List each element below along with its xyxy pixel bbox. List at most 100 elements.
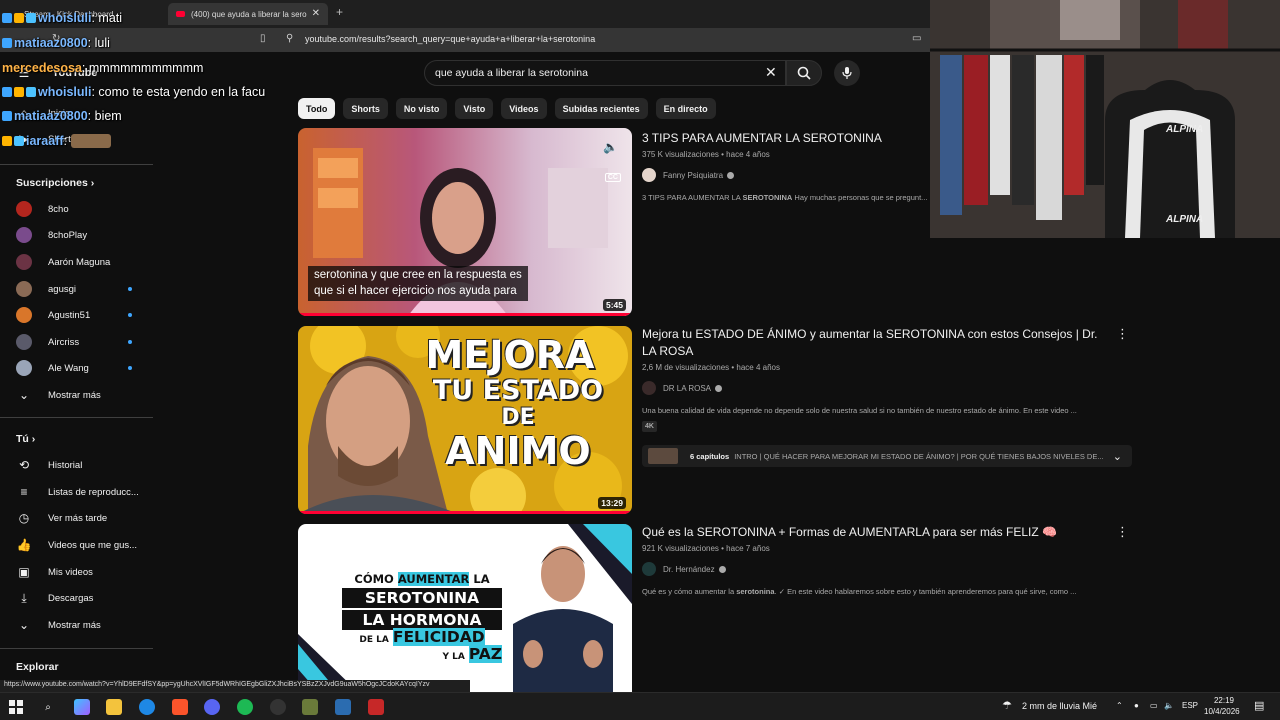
chip-visto[interactable]: Visto xyxy=(455,98,494,119)
volume-icon[interactable]: 🔈 xyxy=(1164,701,1174,710)
mute-icon[interactable]: 🔈 xyxy=(603,140,618,154)
weather-text[interactable]: 2 mm de lluvia Mié xyxy=(1022,701,1097,711)
emote-icon xyxy=(71,134,112,148)
tab-youtube-search[interactable]: (400) que ayuda a liberar la sero ✕ xyxy=(168,3,328,25)
chevron-down-icon[interactable]: ⌄ xyxy=(1113,450,1122,463)
channel-name: Fanny Psiquiatra xyxy=(663,170,724,180)
sidebar-item-downloads[interactable]: ⤓ Descargas xyxy=(0,585,155,611)
channel-link[interactable]: DR LA ROSA xyxy=(642,381,1132,395)
address-bar[interactable]: ↻ ▯ ⚲ youtube.com/results?search_query=q… xyxy=(0,28,930,52)
chat-message: whoisluli: como te esta yendo en la facu xyxy=(2,85,265,99)
sidebar-item-sub[interactable]: Aarón Maguna xyxy=(0,249,155,275)
sidebar-item-sub[interactable]: Agustin51 xyxy=(0,302,155,328)
chevron-up-icon[interactable]: ⌃ xyxy=(1116,701,1123,710)
sidebar-item-my-videos[interactable]: ▣ Mis videos xyxy=(0,559,155,585)
sidebar-item-sub[interactable]: 8choPlay xyxy=(0,222,155,248)
voice-search-button[interactable] xyxy=(834,60,860,86)
cast-icon[interactable]: ▭ xyxy=(912,33,921,44)
clock[interactable]: 22:19 10/4/2026 xyxy=(1204,696,1240,716)
chapters-bar[interactable]: 6 capítulos INTRO | QUÉ HACER PARA MEJOR… xyxy=(642,445,1132,467)
more-options-icon[interactable]: ⋮ xyxy=(1116,326,1129,342)
badge-icon xyxy=(2,111,12,121)
weather-icon[interactable]: ☂ xyxy=(1002,699,1012,712)
playlists-icon: ≡ xyxy=(20,485,28,499)
chip-videos[interactable]: Videos xyxy=(501,98,547,119)
video-description: Qué es y cómo aumentar la serotonina. ✓ … xyxy=(642,587,1077,596)
badge-icon xyxy=(14,136,24,146)
spotify-icon[interactable] xyxy=(237,699,253,715)
chair-brand-logo: ALPINA xyxy=(1166,214,1204,225)
sidebar-item-watch-later[interactable]: ◷ Ver más tarde xyxy=(0,505,155,531)
search-icon[interactable]: ⌕ xyxy=(40,699,56,715)
clock-date: 10/4/2026 xyxy=(1204,707,1240,716)
language-indicator[interactable]: ESP xyxy=(1182,701,1198,710)
sidebar-item-sub[interactable]: agusgi xyxy=(0,276,155,302)
search-button[interactable] xyxy=(786,60,822,86)
bookmark-icon[interactable]: ▯ xyxy=(260,33,266,44)
brave-icon[interactable] xyxy=(172,699,188,715)
badge-icon xyxy=(26,87,36,97)
clear-search-icon[interactable]: ✕ xyxy=(765,64,777,81)
video-thumbnail[interactable]: CÓMO AUMENTAR LA SEROTONINA LA HORMONA D… xyxy=(298,524,632,692)
show-more-subs[interactable]: ⌄ Mostrar más xyxy=(0,382,155,408)
app-icon[interactable] xyxy=(368,699,384,715)
sidebar-item-label: Videos que me gus... xyxy=(48,539,138,551)
windows-start-icon[interactable] xyxy=(8,699,24,715)
app-icon[interactable] xyxy=(302,699,318,715)
close-tab-icon[interactable]: ✕ xyxy=(312,8,320,19)
chip-shorts[interactable]: Shorts xyxy=(343,98,388,119)
chip-todo[interactable]: Todo xyxy=(298,98,336,119)
video-thumbnail[interactable]: MEJORA TU ESTADO DE ANIMO 13:29 xyxy=(298,326,632,514)
webcam-feed xyxy=(930,0,1280,238)
more-options-icon[interactable]: ⋮ xyxy=(1116,524,1129,540)
file-explorer-icon[interactable] xyxy=(106,699,122,715)
sidebar-item-label: Ale Wang xyxy=(48,362,89,374)
filter-chips: Todo Shorts No visto Visto Videos Subida… xyxy=(298,98,716,120)
channel-link[interactable]: Dr. Hernández xyxy=(642,562,1132,576)
notifications-icon[interactable]: ▤ xyxy=(1254,699,1264,712)
cc-icon[interactable]: CC xyxy=(604,173,621,182)
new-tab-icon[interactable]: + xyxy=(336,5,343,19)
channel-name: DR LA ROSA xyxy=(663,383,712,393)
sidebar-item-sub[interactable]: 8cho xyxy=(0,196,155,222)
watch-later-icon: ◷ xyxy=(18,511,30,525)
video-thumbnail[interactable]: serotonina y que cree en la respuesta es… xyxy=(298,128,632,316)
obs-icon[interactable] xyxy=(270,699,286,715)
youtube-favicon-icon xyxy=(176,11,185,17)
video-result[interactable]: CÓMO AUMENTAR LA SEROTONINA LA HORMONA D… xyxy=(298,524,1138,692)
avatar xyxy=(642,381,656,395)
discord-icon[interactable] xyxy=(204,699,220,715)
search-input[interactable]: que ayuda a liberar la serotonina ✕ xyxy=(424,60,786,86)
chapter-thumbnail xyxy=(648,448,678,464)
video-title[interactable]: Mejora tu ESTADO DE ÁNIMO y aumentar la … xyxy=(642,326,1112,360)
chat-username: iaraaff xyxy=(26,134,64,148)
you-heading[interactable]: Tú › xyxy=(16,433,35,445)
sidebar-item-liked[interactable]: 👍 Videos que me gus... xyxy=(0,532,155,558)
sidebar-item-sub[interactable]: Ale Wang xyxy=(0,355,155,381)
chat-text: : xyxy=(63,134,68,148)
site-info-icon[interactable]: ⚲ xyxy=(286,33,293,44)
sidebar-item-historial[interactable]: ⟲ Historial xyxy=(0,452,155,478)
edge-icon[interactable] xyxy=(139,699,155,715)
sidebar-item-label: Aarón Maguna xyxy=(48,256,111,268)
explore-heading: Explorar xyxy=(16,661,59,673)
sidebar-item-playlists[interactable]: ≡ Listas de reproducc... xyxy=(0,479,155,505)
search-query-text: que ayuda a liberar la serotonina xyxy=(435,67,588,79)
chip-no-visto[interactable]: No visto xyxy=(395,98,448,119)
subscriptions-heading[interactable]: Suscripciones › xyxy=(16,177,94,189)
video-title[interactable]: Qué es la SEROTONINA + Formas de AUMENTA… xyxy=(642,524,1132,541)
like-icon: 👍 xyxy=(16,538,32,552)
chip-subidas-recientes[interactable]: Subidas recientes xyxy=(554,98,648,119)
verified-icon xyxy=(727,171,735,179)
copilot-icon[interactable] xyxy=(74,699,90,715)
badge-icon xyxy=(14,13,24,23)
app-icon[interactable] xyxy=(335,699,351,715)
chip-en-directo[interactable]: En directo xyxy=(655,98,716,119)
network-icon[interactable]: ▭ xyxy=(1150,701,1158,710)
sidebar-item-sub[interactable]: Aircriss xyxy=(0,329,155,355)
microphone-icon[interactable]: ● xyxy=(1134,701,1139,710)
video-meta: 921 K visualizaciones • hace 7 años xyxy=(642,544,770,553)
url-text[interactable]: youtube.com/results?search_query=que+ayu… xyxy=(305,34,595,44)
show-more-you[interactable]: ⌄ Mostrar más xyxy=(0,612,155,638)
video-result[interactable]: MEJORA TU ESTADO DE ANIMO 13:29 Mejora t… xyxy=(298,326,1138,514)
